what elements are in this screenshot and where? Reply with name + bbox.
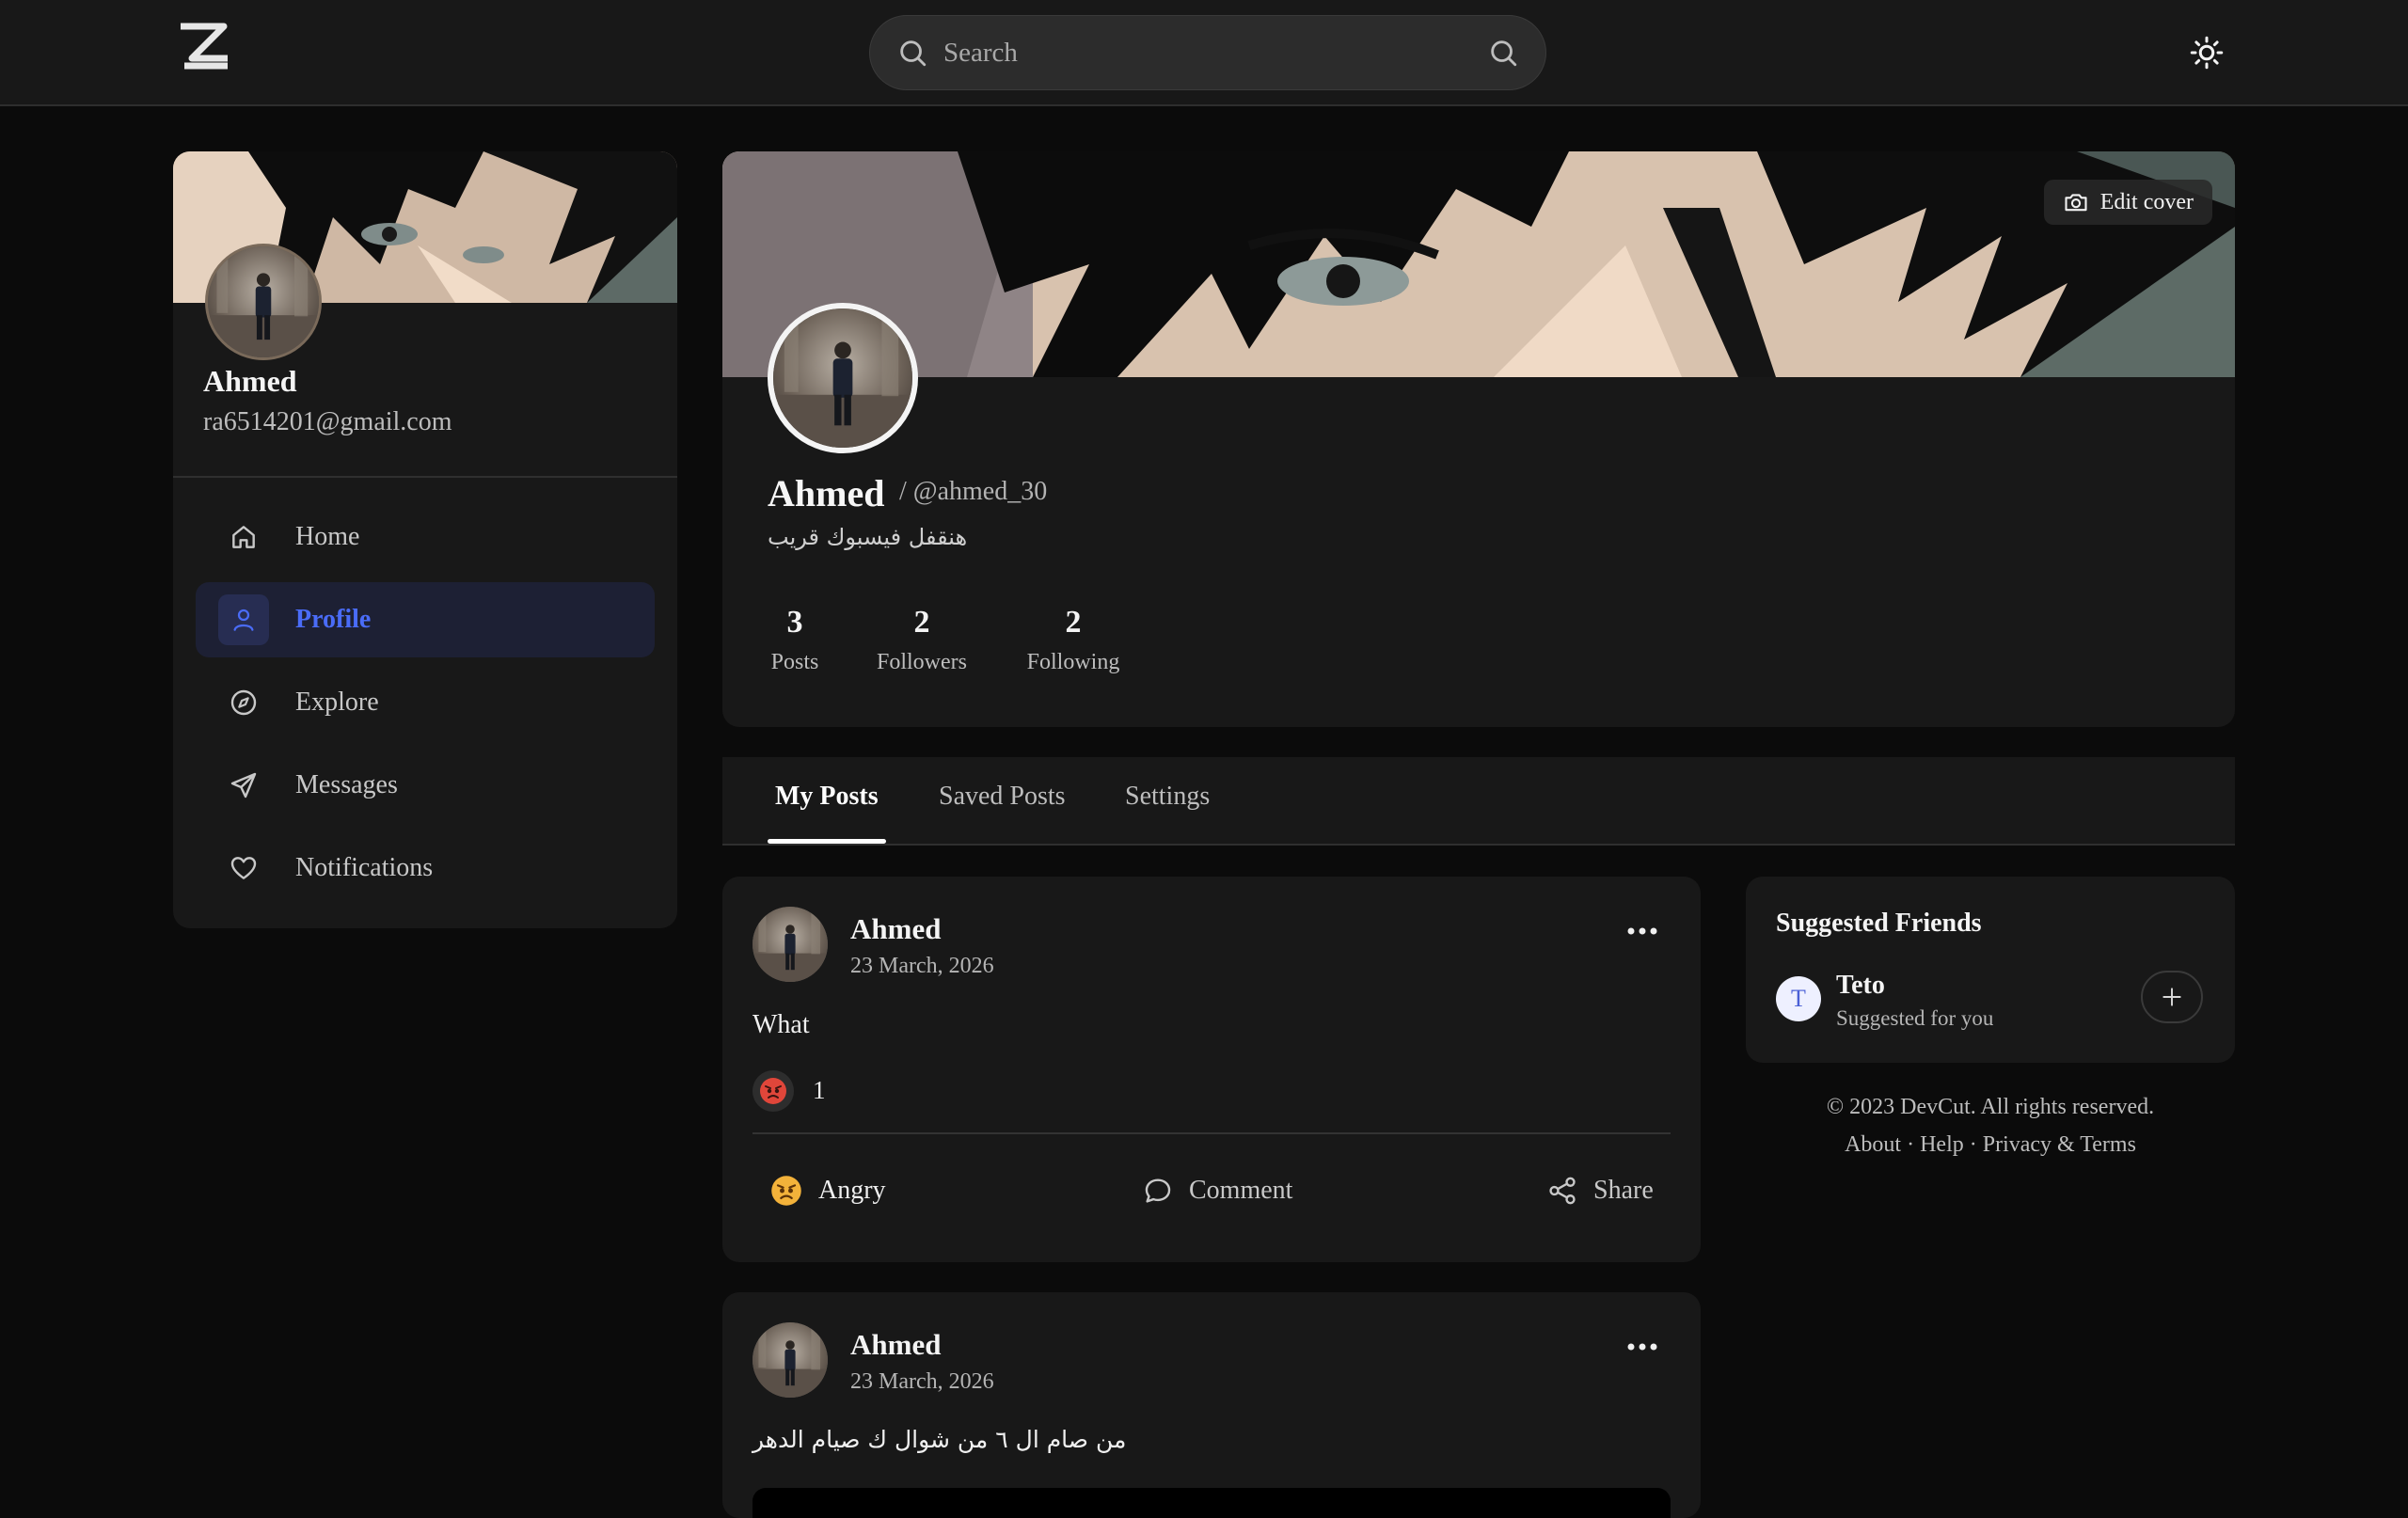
- cover-image: [722, 151, 2235, 377]
- sidebar-item-profile[interactable]: Profile: [196, 582, 655, 657]
- sidebar-item-label: Notifications: [295, 853, 434, 882]
- share-label: Share: [1593, 1176, 1654, 1205]
- send-icon: [230, 772, 257, 799]
- angry-emoji-icon: [760, 1078, 786, 1104]
- footer-link-privacy-terms[interactable]: Privacy & Terms: [1983, 1132, 2136, 1157]
- comment-icon: [1145, 1178, 1171, 1203]
- post-author-name[interactable]: Ahmed: [850, 1328, 941, 1362]
- comment-button[interactable]: Comment: [1142, 1164, 1292, 1217]
- stat-label: Posts: [770, 650, 819, 674]
- sidebar-item-label: Profile: [295, 605, 372, 634]
- user-icon: [233, 609, 254, 631]
- sidebar-item-messages[interactable]: Messages: [196, 748, 655, 823]
- stat-value: 2: [913, 605, 930, 640]
- suggested-friends-card: Suggested Friends T Teto Suggested for y…: [1746, 877, 2235, 1063]
- post-divider: [752, 1132, 1671, 1134]
- profile-bio: هنقفل فيسبوك قريب: [768, 524, 968, 550]
- profile-header-card: Edit cover Ahmed / @ahmed_30 هنقفل فيسبو…: [722, 151, 2235, 727]
- profile-name: Ahmed: [768, 472, 885, 514]
- more-icon[interactable]: [1625, 925, 1659, 937]
- footer-separator: ·: [1963, 1132, 1983, 1157]
- sidebar-item-label: Explore: [295, 688, 379, 717]
- sidebar-user-email: ra6514201@gmail.com: [203, 407, 452, 436]
- stat-posts[interactable]: 3 Posts: [768, 605, 822, 675]
- more-icon[interactable]: [1625, 1341, 1659, 1352]
- active-tab-indicator: [768, 839, 886, 844]
- edit-cover-button[interactable]: Edit cover: [2043, 180, 2212, 225]
- stat-value: 3: [786, 605, 803, 640]
- sun-icon[interactable]: [2190, 36, 2224, 70]
- footer-copyright: © 2023 DevCut. All rights reserved.: [1826, 1095, 2155, 1119]
- share-button[interactable]: Share: [1546, 1164, 1654, 1217]
- post-media[interactable]: [752, 1488, 1671, 1518]
- sidebar-item-home[interactable]: Home: [196, 499, 655, 575]
- profile-avatar[interactable]: [768, 303, 918, 453]
- reaction-count: 1: [813, 1076, 826, 1104]
- footer-link-about[interactable]: About: [1845, 1132, 1901, 1157]
- friend-subtitle: Suggested for you: [1836, 1006, 1994, 1030]
- sidebar-user-name: Ahmed: [203, 364, 297, 398]
- search-submit-icon[interactable]: [1487, 37, 1519, 69]
- stat-label: Following: [1026, 650, 1120, 674]
- friend-name[interactable]: Teto: [1836, 971, 1885, 1001]
- share-icon: [1549, 1177, 1576, 1205]
- post-date: 23 March, 2026: [850, 954, 994, 978]
- heart-icon: [230, 857, 257, 879]
- search-input[interactable]: [943, 37, 1487, 69]
- post-text: What: [752, 1010, 810, 1039]
- home-icon: [232, 526, 255, 548]
- search-icon: [900, 40, 927, 67]
- sidebar-item-label: Home: [295, 522, 360, 551]
- sidebar-item-label: Messages: [295, 770, 398, 799]
- stat-value: 2: [1065, 605, 1082, 640]
- add-friend-button[interactable]: [2141, 971, 2203, 1023]
- tab-settings[interactable]: Settings: [1125, 782, 1210, 812]
- sidebar-divider: [173, 476, 677, 478]
- edit-cover-label: Edit cover: [2099, 189, 2194, 214]
- top-bar: [0, 0, 2408, 106]
- sidebar-item-explore[interactable]: Explore: [196, 665, 655, 740]
- post-card: Ahmed 23 March, 2026 What 1 Angry Commen…: [722, 877, 1701, 1262]
- post-card: Ahmed 23 March, 2026 من صام ال ٦ من شوال…: [722, 1292, 1701, 1518]
- post-author-name[interactable]: Ahmed: [850, 912, 941, 946]
- suggested-friends-title: Suggested Friends: [1776, 909, 1982, 938]
- stat-label: Followers: [877, 650, 967, 674]
- footer-links: About · Help · Privacy & Terms: [1746, 1132, 2235, 1158]
- post-author-avatar[interactable]: [752, 1322, 828, 1398]
- profile-sidebar: Ahmed ra6514201@gmail.com Home Profile E…: [173, 151, 677, 928]
- profile-handle: / @ahmed_30: [899, 477, 1048, 506]
- post-text: من صام ال ٦ من شوال ك صيام الدهر: [752, 1426, 1127, 1453]
- tab-my-posts[interactable]: My Posts: [775, 782, 879, 812]
- camera-icon: [2065, 194, 2087, 212]
- sidebar-item-notifications[interactable]: Notifications: [196, 830, 655, 906]
- react-button[interactable]: Angry: [769, 1164, 886, 1217]
- friend-avatar[interactable]: T: [1776, 976, 1821, 1021]
- stat-following[interactable]: 2 Following: [1025, 605, 1121, 675]
- react-label: Angry: [818, 1176, 886, 1205]
- angry-emoji-icon: [771, 1176, 801, 1206]
- tab-saved-posts[interactable]: Saved Posts: [939, 782, 1066, 812]
- plus-icon: [2162, 988, 2181, 1006]
- profile-tabs: My Posts Saved Posts Settings: [722, 757, 2235, 846]
- search-bar[interactable]: [869, 15, 1546, 90]
- footer-separator: ·: [1901, 1132, 1921, 1157]
- logo-icon[interactable]: [175, 21, 233, 71]
- reaction-summary[interactable]: [752, 1070, 794, 1112]
- stat-followers[interactable]: 2 Followers: [875, 605, 969, 675]
- compass-icon: [230, 689, 257, 716]
- sidebar-avatar[interactable]: [205, 244, 322, 360]
- post-author-avatar[interactable]: [752, 907, 828, 982]
- comment-label: Comment: [1189, 1176, 1293, 1205]
- post-date: 23 March, 2026: [850, 1369, 994, 1394]
- footer-link-help[interactable]: Help: [1920, 1132, 1964, 1157]
